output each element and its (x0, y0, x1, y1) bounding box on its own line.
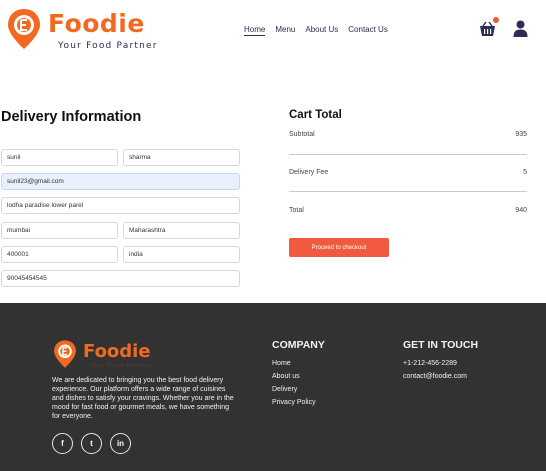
nav-home[interactable]: Home (244, 25, 266, 36)
total-row: Total 940 (289, 207, 527, 214)
email-field[interactable]: sunil23@gmail.com (1, 173, 240, 190)
cart-total-title: Cart Total (289, 109, 342, 121)
contact-email[interactable]: contact@foodie.com (403, 373, 467, 380)
cart-divider (289, 191, 527, 192)
company-heading: COMPANY (272, 339, 325, 351)
delivery-fee-label: Delivery Fee (289, 169, 329, 176)
nav-about-us[interactable]: About Us (305, 25, 338, 36)
footer-link-delivery[interactable]: Delivery (272, 386, 297, 393)
country-field[interactable]: india (123, 246, 240, 263)
cart-badge-dot (493, 17, 499, 23)
footer-link-home[interactable]: Home (272, 360, 291, 367)
logo-pin-icon (54, 340, 76, 368)
delivery-fee-value: 5 (523, 169, 527, 176)
logo-pin-icon (8, 9, 40, 49)
footer-link-about-us[interactable]: About us (272, 373, 300, 380)
first-name-field[interactable]: sunil (1, 149, 118, 166)
delivery-fee-row: Delivery Fee 5 (289, 169, 527, 176)
get-in-touch-heading: GET IN TOUCH (403, 339, 479, 351)
delivery-title: Delivery Information (1, 109, 142, 125)
subtotal-row: Subtotal 935 (289, 131, 527, 138)
user-icon[interactable] (513, 20, 528, 37)
cart-divider (289, 154, 527, 155)
total-label: Total (289, 207, 304, 214)
twitter-icon[interactable]: t (81, 433, 102, 454)
facebook-icon[interactable]: f (52, 433, 73, 454)
brand-logo[interactable]: Foodie Your Food Partner (6, 5, 156, 55)
footer-logo[interactable]: Foodie Your Food Partner (52, 339, 172, 371)
contact-phone[interactable]: +1-212-456-2289 (403, 360, 457, 367)
brand-tagline: Your Food Partner (58, 41, 158, 51)
nav-menu[interactable]: Menu (275, 25, 295, 36)
last-name-field[interactable]: sharma (123, 149, 240, 166)
subtotal-value: 935 (515, 131, 527, 138)
footer-link-privacy-policy[interactable]: Privacy Policy (272, 399, 316, 406)
nav-contact-us[interactable]: Contact Us (348, 25, 388, 36)
proceed-to-checkout-button[interactable]: Proceed to checkout (289, 238, 389, 257)
city-field[interactable]: mumbai (1, 222, 118, 239)
phone-field[interactable]: 90045454545 (1, 270, 240, 287)
footer-brand-tagline: Your Food Partner (90, 363, 153, 369)
footer-brand-name: Foodie (83, 341, 151, 362)
state-field[interactable]: Maharashtra (123, 222, 240, 239)
basket-icon[interactable] (479, 21, 496, 37)
footer-description: We are dedicated to bringing you the bes… (52, 377, 234, 420)
total-value: 940 (515, 207, 527, 214)
linkedin-icon[interactable]: in (110, 433, 131, 454)
site-footer: Foodie Your Food Partner We are dedicate… (0, 303, 546, 471)
subtotal-label: Subtotal (289, 131, 315, 138)
main-nav: Home Menu About Us Contact Us (244, 25, 388, 36)
street-field[interactable]: lodha paradise lower parel (1, 197, 240, 214)
brand-name: Foodie (48, 9, 145, 38)
zip-code-field[interactable]: 400001 (1, 246, 118, 263)
